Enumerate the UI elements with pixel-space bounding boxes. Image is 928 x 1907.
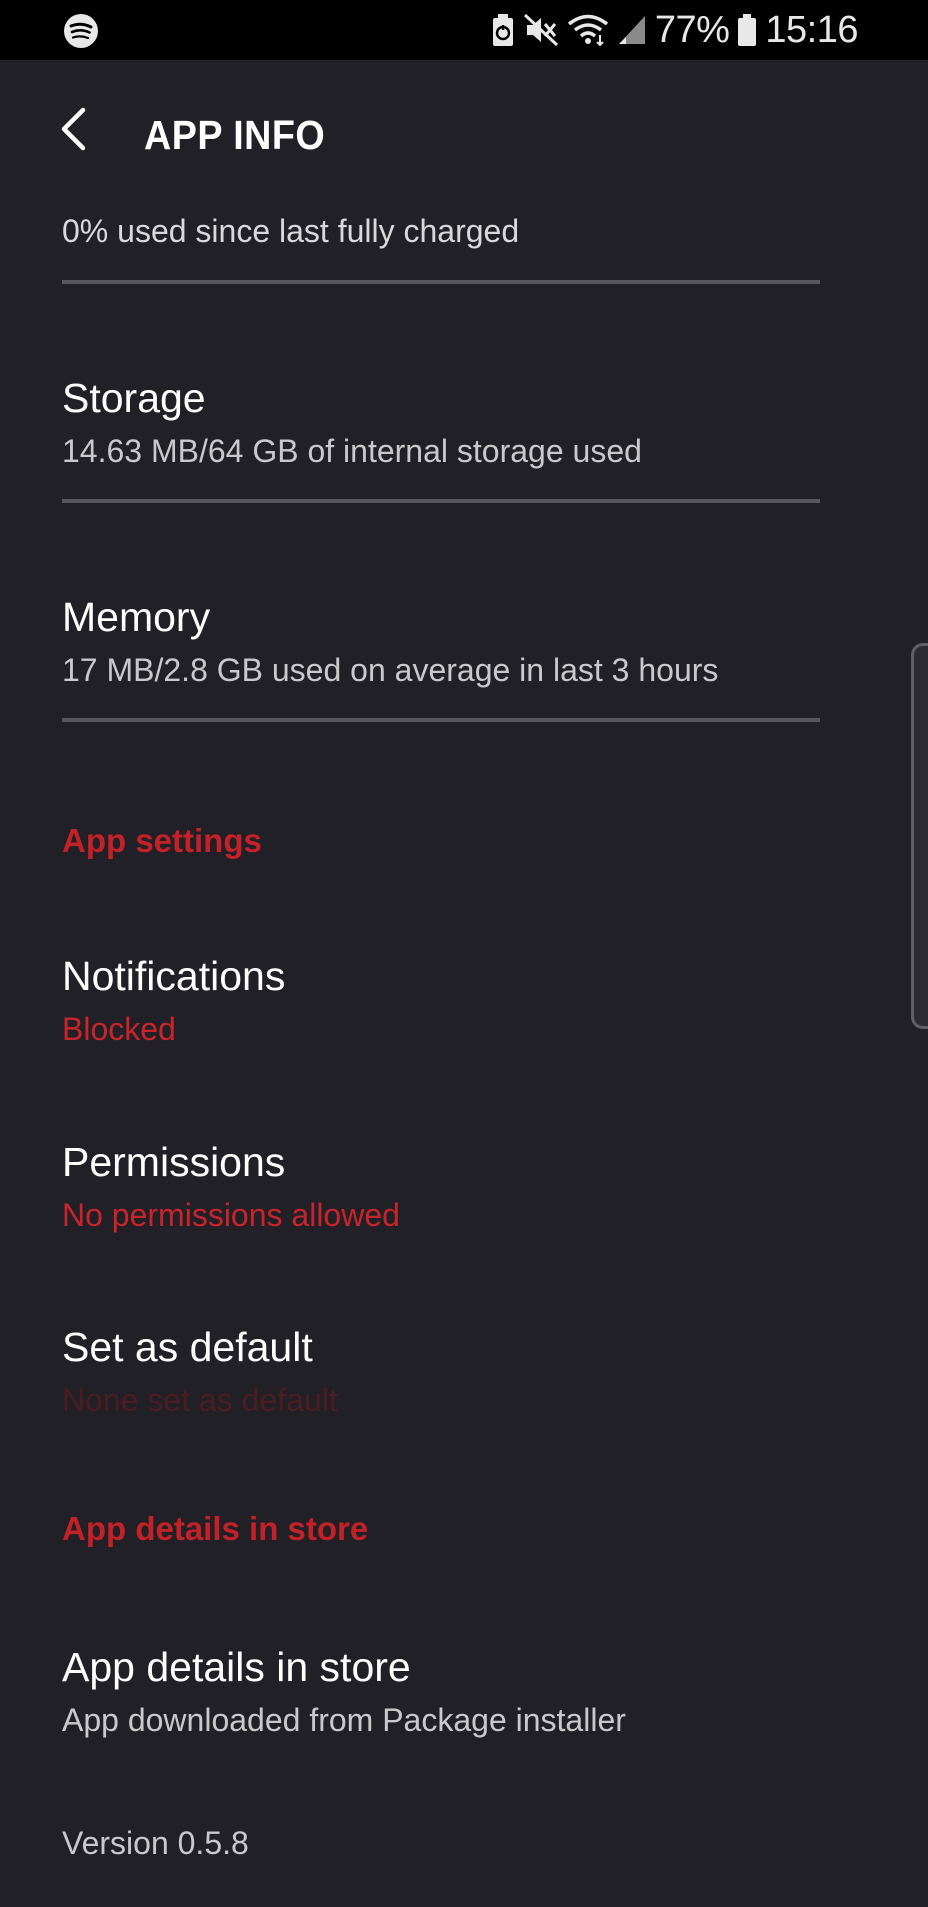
battery-usage-text: 0% used since last fully charged: [62, 213, 520, 249]
back-arrow-icon: [59, 107, 89, 156]
divider: [62, 499, 820, 503]
page-title: APP INFO: [144, 112, 326, 158]
notifications-title: Notifications: [62, 953, 286, 999]
permissions-title: Permissions: [62, 1139, 286, 1185]
section-header-app-settings: App settings: [62, 822, 262, 859]
section-header-store: App details in store: [62, 1510, 369, 1547]
battery-icon: [737, 13, 757, 47]
version-text: Version 0.5.8: [62, 1825, 249, 1861]
set-as-default-title: Set as default: [62, 1324, 313, 1370]
mute-icon: [523, 13, 559, 47]
spotify-icon: [63, 13, 99, 49]
battery-saver-icon: [491, 13, 515, 47]
app-details-subtitle: App downloaded from Package installer: [62, 1702, 626, 1738]
wifi-icon: [567, 13, 609, 47]
set-as-default-item[interactable]: [0, 1300, 928, 1450]
divider: [62, 718, 820, 722]
back-button[interactable]: [48, 105, 100, 157]
signal-icon: [617, 13, 647, 47]
permissions-status: No permissions allowed: [62, 1197, 400, 1233]
status-bar: 77% 15:16: [0, 0, 928, 60]
set-as-default-status: None set as default: [62, 1382, 338, 1418]
battery-percent: 77%: [654, 8, 730, 51]
app-details-in-store-item[interactable]: [0, 1620, 928, 1770]
app-details-title: App details in store: [62, 1644, 411, 1690]
status-icons: 77% 15:16: [491, 0, 858, 60]
storage-subtitle: 14.63 MB/64 GB of internal storage used: [62, 433, 642, 469]
storage-title: Storage: [62, 375, 206, 421]
scrollbar-thumb[interactable]: [911, 643, 928, 1029]
divider: [62, 280, 820, 284]
memory-subtitle: 17 MB/2.8 GB used on average in last 3 h…: [62, 652, 719, 688]
notifications-status: Blocked: [62, 1011, 176, 1047]
permissions-item[interactable]: [0, 1115, 928, 1265]
memory-title: Memory: [62, 594, 211, 640]
clock: 15:16: [765, 8, 858, 51]
